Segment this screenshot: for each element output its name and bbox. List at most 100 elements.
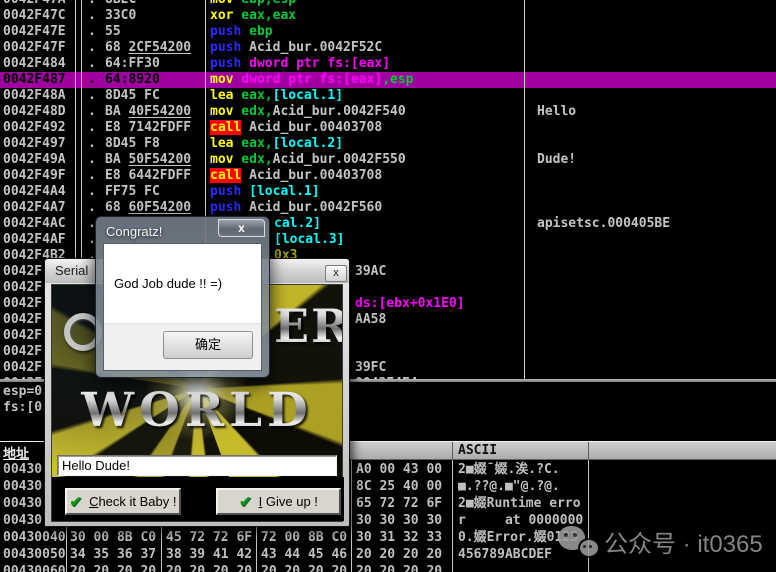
disasm-row[interactable]: 0042F48A. 8D45 FC lea eax,[local.1]	[0, 88, 776, 104]
disasm-address: 0042F	[3, 360, 42, 376]
congratz-dialog: Congratz! x God Job dude !! =) 确定	[95, 216, 270, 378]
disasm-row[interactable]: 0042F47F.68 2CF54200push Acid_bur.0042F5…	[0, 40, 776, 56]
disasm-fragment: 39FC	[355, 360, 386, 376]
dump-bytes: 30 30 30 30	[356, 513, 442, 529]
ok-button[interactable]: 确定	[163, 331, 253, 359]
close-button[interactable]: x	[325, 265, 347, 282]
comment-column-separator	[524, 0, 525, 379]
disasm-address: 0042F	[3, 344, 42, 360]
dump-ascii: 2■娺¯娺.涘.?C.	[458, 462, 560, 478]
disasm-row[interactable]: 0042F47A.8BECmov ebp,esp	[0, 0, 776, 8]
header-separator	[452, 442, 453, 461]
dump-address: 00430	[3, 496, 42, 512]
disasm-address: 0042F492	[3, 120, 66, 136]
disasm-instruction: call Acid_bur.00403708	[210, 120, 382, 136]
disasm-address: 0042F4AF	[3, 232, 66, 248]
disasm-row[interactable]: 0042F49A.BA 50F54200mov edx,Acid_bur.004…	[0, 152, 776, 168]
disasm-bytes: 64:FF30	[105, 56, 160, 72]
disasm-fragment: AA58	[355, 312, 386, 328]
disasm-instruction: push [local.1]	[210, 184, 320, 200]
disasm-dot-marker: .	[88, 72, 96, 88]
disasm-address: 0042F	[3, 328, 42, 344]
serial-input[interactable]	[57, 455, 337, 476]
disasm-fragment: ds:[ebx+0x1E0]	[355, 296, 465, 312]
dump-address: 00430060	[3, 564, 66, 572]
register-info-line: fs:[0	[3, 400, 42, 416]
disasm-instruction: mov ebp,esp	[210, 0, 296, 8]
disasm-bytes: 68 2CF54200	[105, 40, 191, 56]
disasm-row[interactable]: 0042F492.E8 7142FDFFcall Acid_bur.004037…	[0, 120, 776, 136]
dialog-title: Congratz!	[106, 224, 162, 239]
disasm-address: 0042F47F	[3, 40, 66, 56]
button-label: Check it Baby !	[89, 494, 176, 509]
disasm-dot-marker: .	[88, 8, 96, 24]
disasm-address: 0042F487	[3, 72, 66, 88]
disasm-fragment: cal.2]	[274, 216, 321, 232]
disasm-row[interactable]: 0042F48D.BA 40F54200mov edx,Acid_bur.004…	[0, 104, 776, 120]
dump-bytes: A0 00 43 00	[356, 462, 442, 478]
disasm-row[interactable]: 0042F47C.33C0xor eax,eax	[0, 8, 776, 24]
disasm-dot-marker: .	[88, 88, 96, 104]
dump-bytes: 45 72 72 6F	[166, 530, 252, 546]
window-title: Serial	[55, 263, 88, 278]
dialog-message: God Job dude !! =)	[114, 276, 222, 291]
disasm-row[interactable]: 0042F4A4.FF75 FCpush [local.1]	[0, 184, 776, 200]
close-button[interactable]: x	[218, 219, 265, 237]
disasm-address: 0042F4AC	[3, 216, 66, 232]
disasm-fragment: 39AC	[355, 264, 386, 280]
dump-ascii: 2■娺Runtime erro	[458, 496, 581, 512]
disasm-bytes: 8BEC	[105, 0, 136, 8]
disasm-instruction: mov dword ptr fs:[eax],esp	[210, 72, 414, 88]
dump-ascii: ■.??@.■"@.?@.	[458, 479, 560, 495]
close-icon: x	[238, 221, 245, 235]
disasm-address: 0042F48A	[3, 88, 66, 104]
disasm-address: 0042F49A	[3, 152, 66, 168]
check-it-baby-button[interactable]: ✔ Check it Baby !	[65, 488, 181, 515]
disasm-instruction: lea eax,[local.1]	[210, 88, 343, 104]
disasm-bytes: 8D45 FC	[105, 88, 160, 104]
check-icon: ✔	[69, 493, 82, 511]
dump-row[interactable]: 00430060 20 20 20 20 20 20 20 20 20 20 20 2…	[0, 564, 776, 572]
disasm-comment: apisetsc.000405BE	[537, 216, 670, 232]
disasm-dot-marker: .	[88, 56, 96, 72]
wechat-icon	[558, 526, 598, 560]
watermark-text: 公众号 · it0365	[604, 524, 763, 559]
disasm-address: 0042F	[3, 296, 42, 312]
dump-bytes: 34 35 36 37	[70, 547, 156, 563]
disasm-comment: Dude!	[537, 152, 576, 168]
disasm-row[interactable]: 0042F49F.E8 6442FDFFcall Acid_bur.004037…	[0, 168, 776, 184]
dump-address: 00430040	[3, 530, 66, 546]
give-up-button[interactable]: ✔ I Give up !	[216, 488, 341, 515]
disasm-bytes: E8 7142FDFF	[105, 120, 191, 136]
artwork-word-fragment: ER	[274, 299, 343, 353]
register-info-line: esp=0	[3, 384, 42, 400]
disasm-bytes: 33C0	[105, 8, 136, 24]
dump-bytes: 20 20 20 20	[261, 564, 347, 572]
disasm-dot-marker: .	[88, 136, 96, 152]
disasm-dot-marker: .	[88, 40, 96, 56]
disasm-instruction: mov edx,Acid_bur.0042F550	[210, 152, 406, 168]
artwork-word-world: WORLD	[52, 383, 342, 438]
dialog-footer: 确定	[104, 323, 261, 370]
disasm-row[interactable]: 0042F4A7.68 60F54200push Acid_bur.0042F5…	[0, 200, 776, 216]
disasm-row[interactable]: 0042F484.64:FF30push dword ptr fs:[eax]	[0, 56, 776, 72]
disasm-address: 0042F484	[3, 56, 66, 72]
disasm-bytes: BA 40F54200	[105, 104, 191, 120]
disasm-fragment: [local.3]	[274, 232, 344, 248]
ascii-column-header[interactable]: ASCII	[458, 443, 497, 458]
close-icon: x	[333, 267, 339, 279]
disasm-address: 0042F	[3, 280, 42, 296]
dump-bytes: 20 20 20 20	[70, 564, 156, 572]
disasm-dot-marker: .	[88, 168, 96, 184]
disasm-row[interactable]: 0042F47E.55push ebp	[0, 24, 776, 40]
disasm-instruction: call Acid_bur.00403708	[210, 168, 382, 184]
dump-address: 00430	[3, 479, 42, 495]
dump-bytes: 8C 25 40 00	[356, 479, 442, 495]
disasm-bytes: 64:8920	[105, 72, 160, 88]
disasm-row[interactable]: 0042F497.8D45 F8lea eax,[local.2]	[0, 136, 776, 152]
disasm-address: 0042F49F	[3, 168, 66, 184]
dump-bytes: 20 20 20 20	[356, 564, 442, 572]
disasm-row[interactable]: 0042F487. 64:8920 mov dword ptr fs:[eax],e…	[0, 72, 776, 88]
dump-bytes: 30 31 32 33	[356, 530, 442, 546]
dump-bytes: 38 39 41 42	[166, 547, 252, 563]
